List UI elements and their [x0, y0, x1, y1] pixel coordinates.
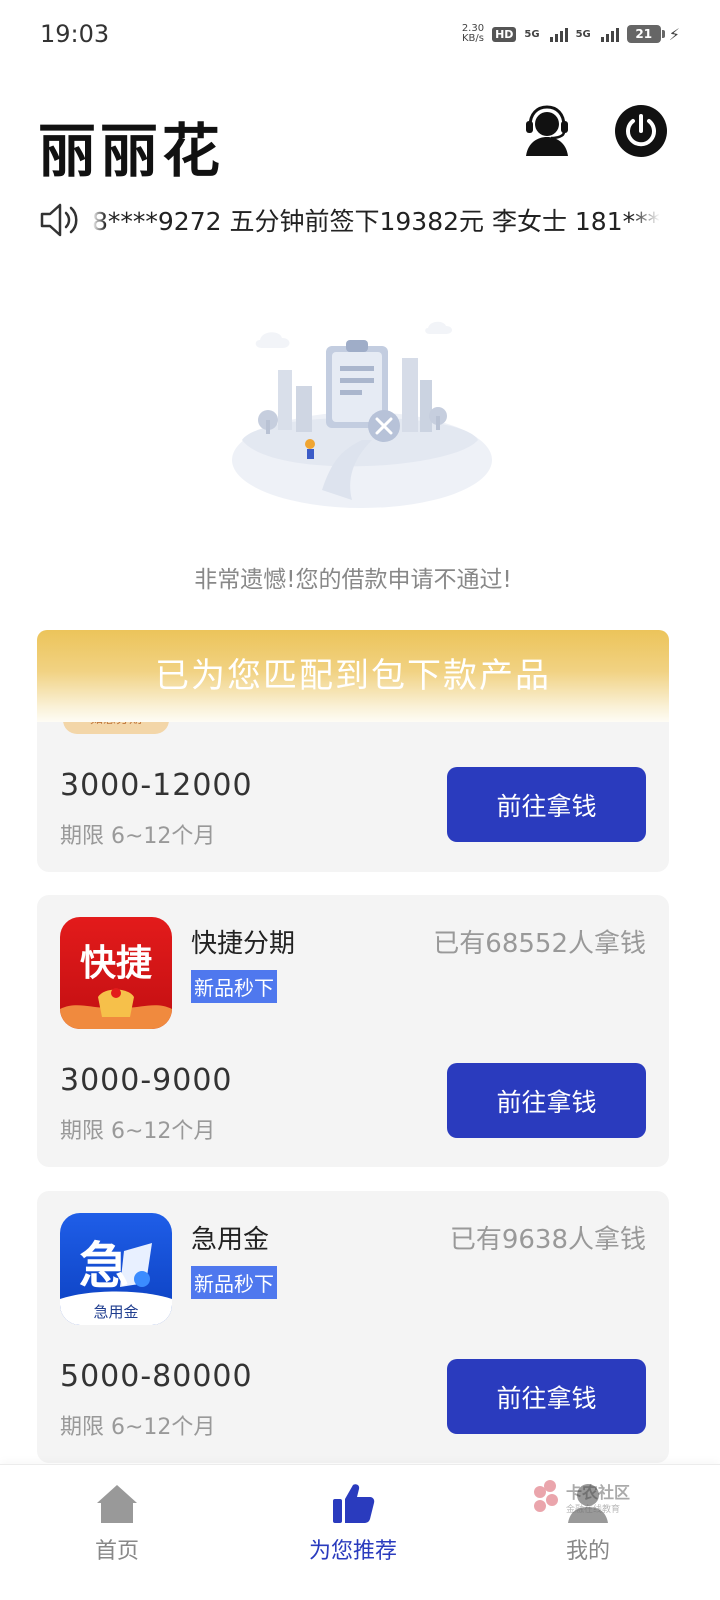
user-count: 已有9638人拿钱	[449, 1225, 646, 1255]
tab-mine-label: 我的	[565, 1539, 610, 1564]
product-name: 急用金	[191, 1225, 270, 1255]
network-speed-unit: KB/s	[461, 33, 484, 44]
match-banner-text: 已为您匹配到包下款产品	[155, 655, 551, 696]
notice-text: 8****9272 五分钟前签下19382元 李女士 181***	[92, 207, 661, 236]
status-bar: 19:03 2.30 KB/s HD 5G 5G 21 ⚡	[0, 0, 720, 68]
loan-amount: 5000-80000	[60, 1359, 253, 1394]
power-icon	[615, 105, 667, 157]
user-count: 已有68552人拿钱	[433, 929, 646, 959]
logo-text: 急	[79, 1236, 129, 1295]
get-money-button[interactable]: 前往拿钱	[447, 1063, 646, 1138]
product-card: 快捷 快捷分期 新品秒下 已有68552人拿钱 3000-9000 期限 6~1…	[37, 895, 669, 1167]
loan-term: 期限 6~12个月	[60, 1415, 216, 1440]
signal-icon	[600, 26, 619, 42]
network-speed: 2.30 KB/s	[462, 24, 484, 44]
battery-icon: 21	[626, 25, 665, 43]
rejection-message: 非常遗憾!您的借款申请不通过!	[194, 567, 512, 593]
new-product-badge: 新品秒下	[191, 970, 277, 1003]
hd-icon: HD	[492, 26, 517, 42]
sim1-label: 5G	[524, 28, 540, 40]
tab-home-label: 首页	[94, 1539, 139, 1564]
logo-text: 快捷	[80, 942, 152, 984]
headset-icon	[526, 105, 568, 156]
jiyongjin-app-logo: 急 急用金	[60, 1213, 172, 1325]
rejected-illustration	[232, 321, 492, 508]
loan-term: 期限 6~12个月	[60, 824, 216, 849]
customer-service-button[interactable]	[520, 104, 574, 158]
sim2-label: 5G	[575, 28, 591, 40]
tab-recommend[interactable]: 为您推荐	[273, 1479, 433, 1565]
kuaijie-app-logo: 快捷	[60, 917, 172, 1029]
charging-icon: ⚡	[668, 24, 680, 44]
logo-subtext: 急用金	[93, 1303, 138, 1321]
status-time: 19:03	[40, 20, 110, 48]
loan-term: 期限 6~12个月	[60, 1119, 216, 1144]
svg-text:金融在线教育: 金融在线教育	[566, 1503, 620, 1515]
logout-button[interactable]	[614, 104, 668, 158]
loan-amount: 3000-12000	[60, 768, 253, 803]
get-money-button[interactable]: 前往拿钱	[447, 1359, 646, 1434]
product-card: 急 急用金 急用金 新品秒下 已有9638人拿钱 5000-80000 期限 6…	[37, 1191, 669, 1463]
get-money-button[interactable]: 前往拿钱	[447, 767, 646, 842]
page-title: 丽丽花	[38, 117, 225, 185]
product-name: 快捷分期	[191, 929, 296, 959]
match-banner: 已为您匹配到包下款产品	[37, 630, 669, 722]
loan-amount: 3000-9000	[60, 1063, 233, 1098]
status-icons: 2.30 KB/s HD 5G 5G 21 ⚡	[462, 24, 680, 44]
signal-icon	[549, 26, 568, 42]
svg-text:卡农社区: 卡农社区	[566, 1483, 630, 1502]
watermark-logo: 卡农社区 金融在线教育	[534, 1480, 630, 1515]
thumbs-up-icon	[333, 1484, 375, 1523]
home-icon	[97, 1485, 137, 1523]
new-product-badge: 新品秒下	[191, 1266, 277, 1299]
speaker-icon	[40, 203, 78, 237]
notice-marquee: 8****9272 五分钟前签下19382元 李女士 181***	[38, 196, 668, 244]
tab-recommend-label: 为您推荐	[308, 1539, 397, 1564]
kuaijie-logo-icon: 快捷	[60, 917, 172, 1029]
jiyongjin-logo-icon: 急 急用金	[60, 1213, 172, 1325]
tab-home[interactable]: 首页	[37, 1479, 197, 1565]
